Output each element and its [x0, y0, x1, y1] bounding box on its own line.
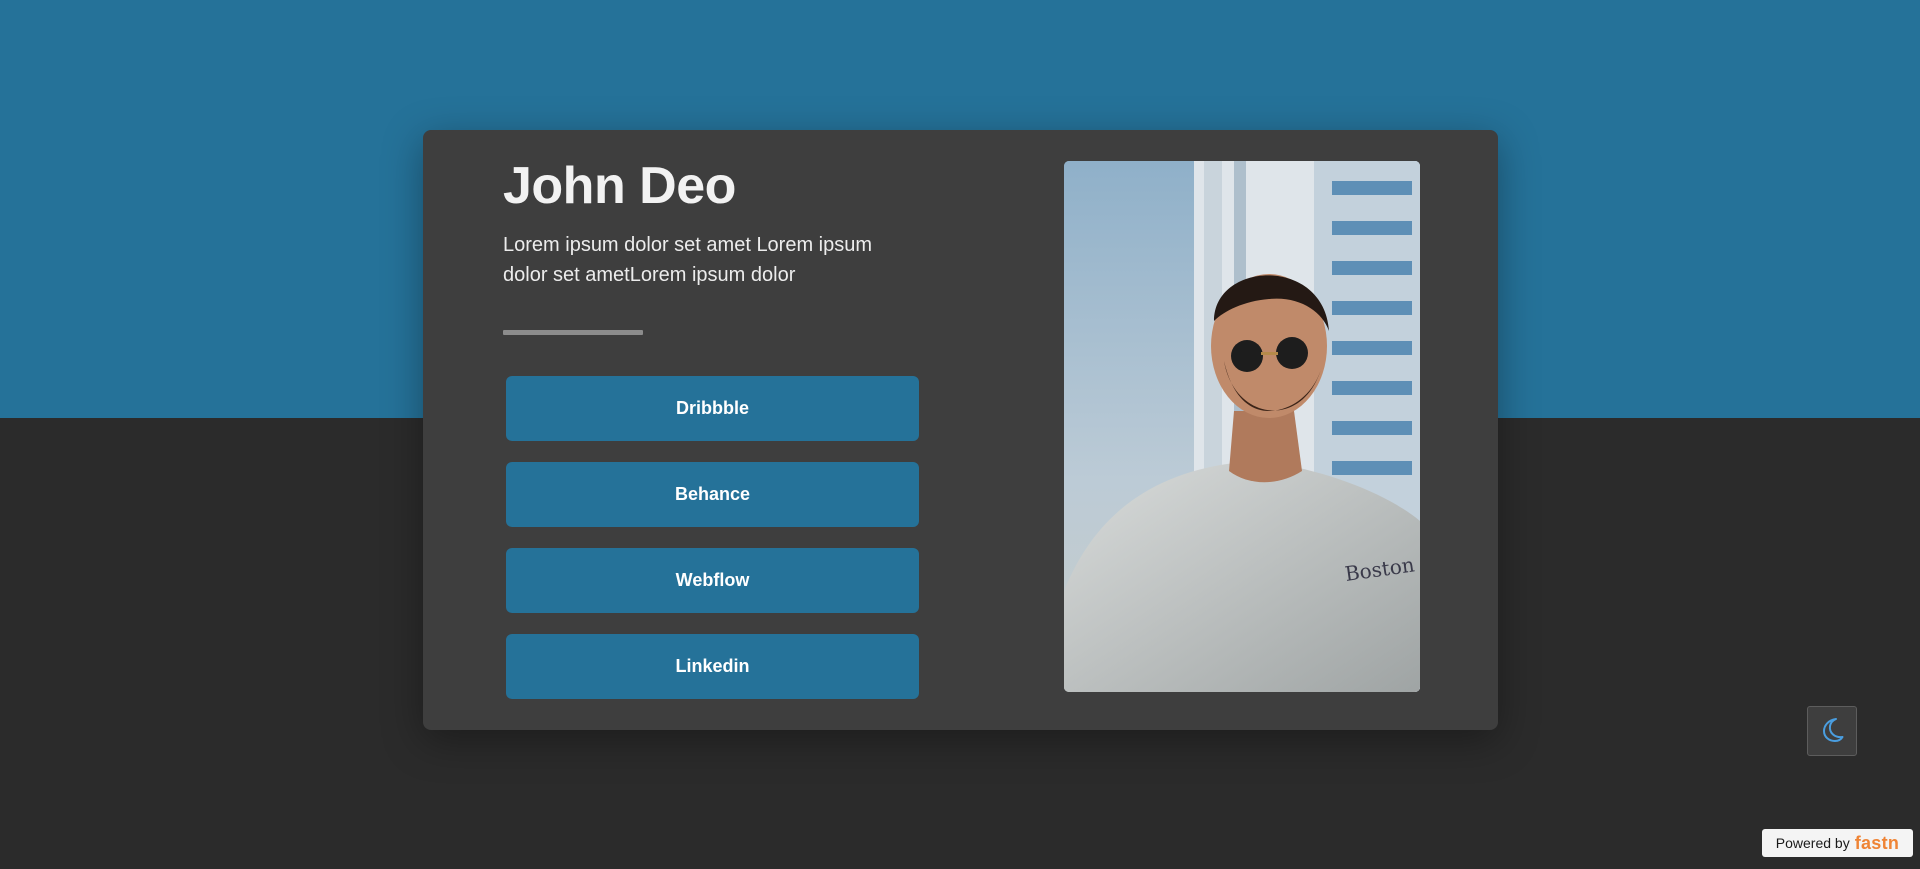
profile-name: John Deo: [503, 157, 736, 215]
webflow-button[interactable]: Webflow: [506, 548, 919, 613]
linkedin-button[interactable]: Linkedin: [506, 634, 919, 699]
profile-photo: Boston: [1064, 161, 1420, 692]
fastn-logo: fastn: [1854, 832, 1900, 853]
powered-by-badge[interactable]: Powered by fastn: [1762, 829, 1913, 857]
behance-button[interactable]: Behance: [506, 462, 919, 527]
dribbble-button[interactable]: Dribbble: [506, 376, 919, 441]
social-links: Dribbble Behance Webflow Linkedin: [506, 376, 919, 720]
profile-bio: Lorem ipsum dolor set amet Lorem ipsum d…: [503, 234, 873, 286]
divider: [503, 330, 643, 335]
theme-toggle-button[interactable]: [1807, 706, 1857, 756]
moon-icon: [1818, 715, 1846, 748]
profile-card: John Deo Lorem ipsum dolor set amet Lore…: [423, 130, 1498, 730]
powered-by-label: Powered by: [1775, 835, 1850, 851]
